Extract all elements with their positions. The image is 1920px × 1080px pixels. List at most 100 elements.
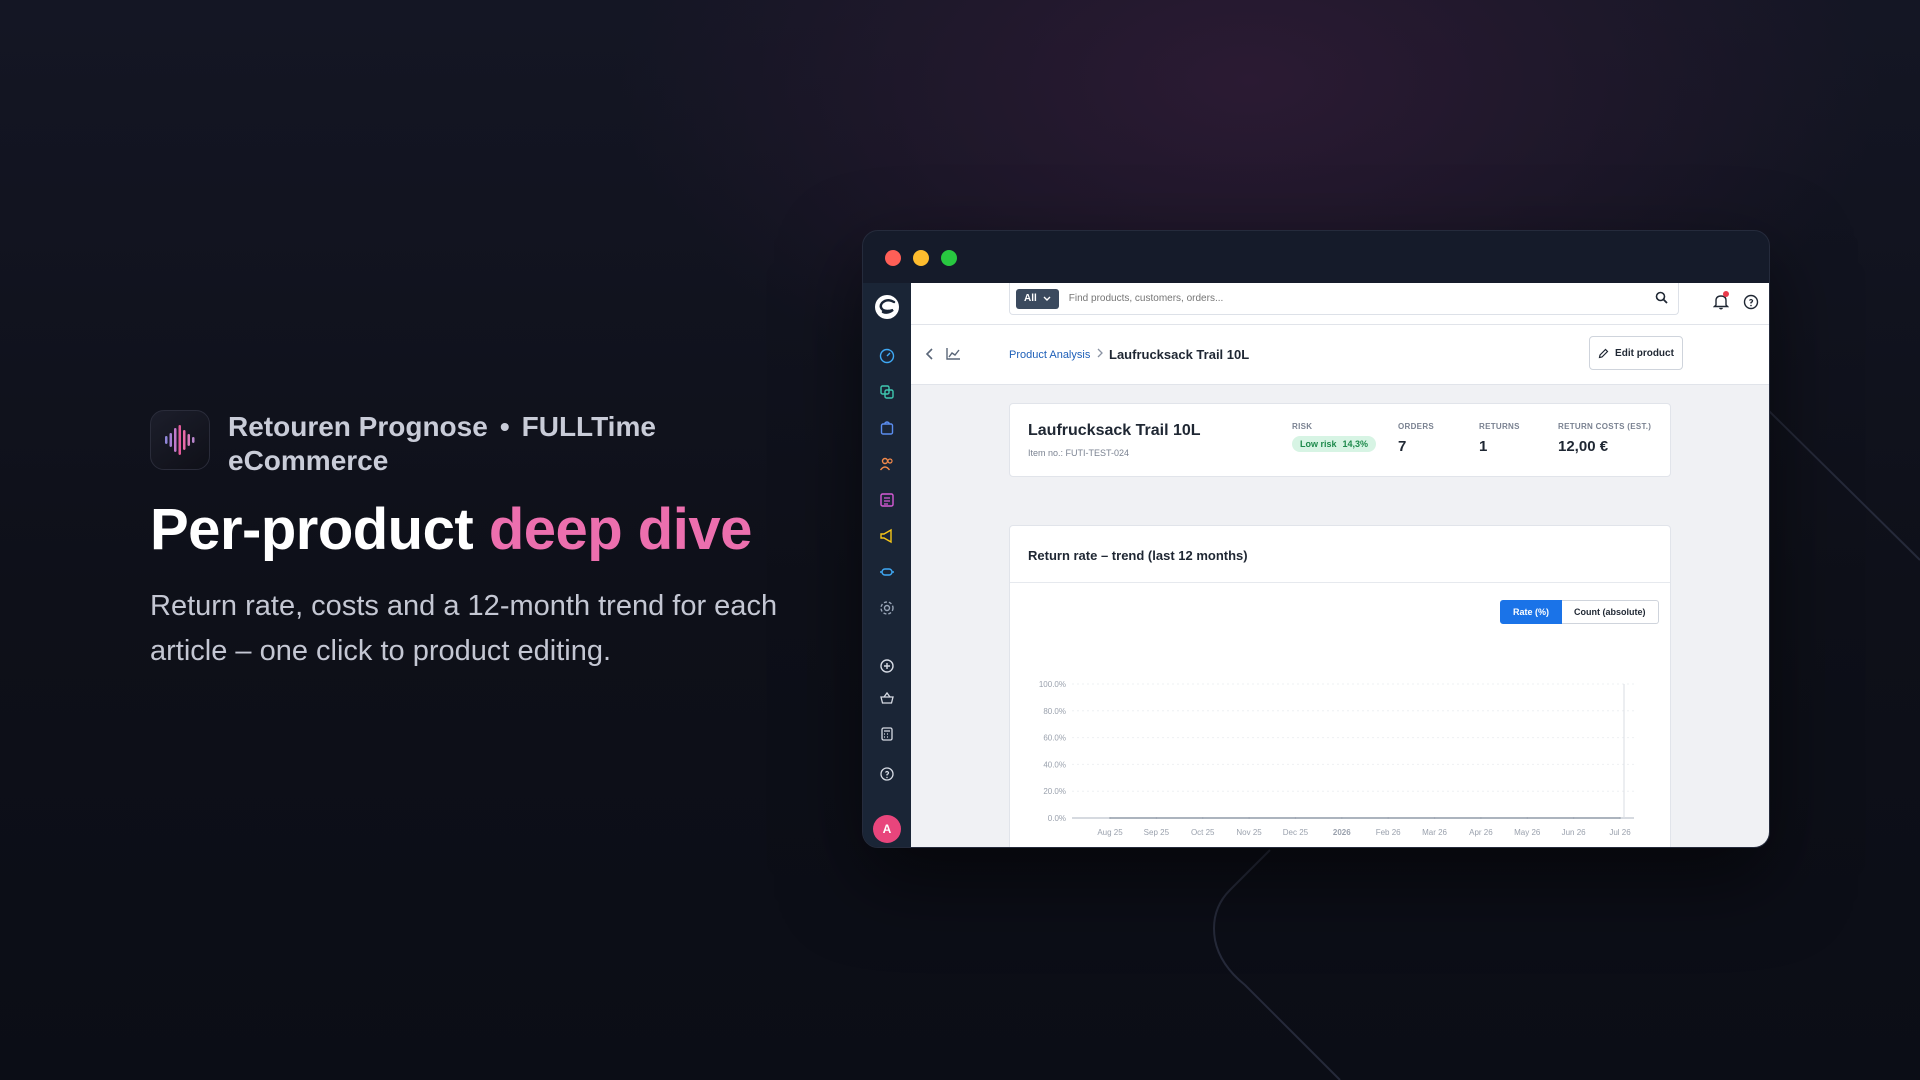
search-input[interactable] (1068, 293, 1629, 304)
return-costs-value: 12,00 € (1558, 438, 1609, 455)
data-point (1480, 817, 1482, 819)
shopware-logo-icon[interactable] (873, 293, 901, 321)
help-icon[interactable] (878, 765, 896, 783)
data-point (1433, 817, 1436, 819)
search-icon[interactable] (1655, 291, 1668, 304)
settings-icon[interactable] (878, 599, 896, 617)
brand-separator: • (499, 411, 510, 442)
y-tick-label: 40.0% (1043, 760, 1066, 769)
help-circle-icon[interactable] (1743, 294, 1759, 310)
subtitle: Return rate, costs and a 12-month trend … (150, 590, 778, 667)
x-tick-label: Sep 25 (1144, 828, 1170, 837)
trend-title: Return rate – trend (last 12 months) (1028, 548, 1248, 563)
waveform-icon (165, 425, 195, 455)
data-point (1294, 817, 1297, 819)
bag-icon[interactable] (878, 419, 896, 437)
edit-product-label: Edit product (1615, 347, 1674, 359)
headline-accent: deep dive (488, 497, 753, 562)
returns-label: RETURNS (1479, 422, 1520, 431)
data-point (1109, 817, 1111, 819)
y-tick-label: 80.0% (1043, 707, 1066, 716)
copy-icon[interactable] (878, 383, 896, 401)
calculator-icon[interactable] (878, 725, 896, 743)
y-tick-label: 60.0% (1043, 734, 1066, 743)
window-titlebar (863, 231, 1769, 283)
data-point (1201, 817, 1204, 819)
trend-card: Return rate – trend (last 12 months) Rat… (1009, 525, 1671, 847)
x-tick-label: Oct 25 (1191, 828, 1215, 837)
breadcrumb-current: Laufrucksack Trail 10L (1109, 347, 1250, 362)
notification-dot (1723, 291, 1729, 297)
close-window-button[interactable] (885, 250, 901, 266)
y-tick-label: 0.0% (1048, 814, 1066, 823)
x-tick-label: Apr 26 (1469, 828, 1493, 837)
sidebar: A (863, 283, 911, 847)
x-tick-label: Mar 26 (1422, 828, 1447, 837)
user-avatar[interactable]: A (873, 815, 901, 843)
trend-divider (1010, 582, 1670, 583)
breadcrumb-bar: Product Analysis Laufrucksack Trail 10L … (911, 325, 1769, 385)
basket-icon[interactable] (878, 689, 896, 707)
brand-block: Retouren Prognose • FULLTime eCommerce (150, 410, 668, 478)
x-tick-label: Feb 26 (1376, 828, 1401, 837)
x-tick-label: 2026 (1333, 828, 1351, 837)
return-costs-label: RETURN COSTS (EST.) (1558, 422, 1652, 431)
edit-product-button[interactable]: Edit product (1589, 336, 1683, 370)
app-name: Retouren Prognose (228, 411, 488, 442)
data-point (1526, 817, 1529, 819)
risk-label: RISK (1292, 422, 1313, 431)
data-point (1619, 817, 1621, 819)
top-bar: All (911, 283, 1769, 325)
orders-label: ORDERS (1398, 422, 1435, 431)
x-tick-label: Nov 25 (1236, 828, 1262, 837)
headline-plain: Per-product (150, 497, 489, 562)
risk-badge-label: Low risk (1300, 439, 1337, 449)
x-tick-label: May 26 (1514, 828, 1541, 837)
users-icon[interactable] (878, 455, 896, 473)
x-tick-label: Jul 26 (1609, 828, 1631, 837)
product-summary-card: Laufrucksack Trail 10L Item no.: FUTI-TE… (1009, 403, 1671, 477)
search-filter-dropdown[interactable]: All (1016, 288, 1059, 309)
chevron-down-icon (1043, 296, 1051, 301)
dashboard-icon[interactable] (878, 347, 896, 365)
breadcrumb-parent-link[interactable]: Product Analysis (1009, 349, 1090, 361)
trend-mode-toggle: Rate (%) Count (absolute) (1500, 600, 1659, 624)
app-logo (150, 410, 210, 470)
y-tick-label: 100.0% (1039, 680, 1066, 689)
app-body: A All Product Analysis (863, 283, 1769, 847)
data-point (1248, 817, 1250, 819)
data-point (1572, 817, 1575, 819)
list-icon[interactable] (878, 491, 896, 509)
trend-chart: 0.0% 20.0% 40.0% 60.0% 80.0% 100.0% Aug 25 Sep … (1039, 680, 1634, 837)
risk-badge-value: 14,3% (1342, 439, 1369, 449)
headline: Per-product deep dive (150, 496, 752, 563)
brand-title: Retouren Prognose • FULLTime eCommerce (228, 410, 668, 478)
returns-value: 1 (1479, 438, 1488, 455)
product-item-number: Item no.: FUTI-TEST-024 (1028, 448, 1130, 458)
maximize-window-button[interactable] (941, 250, 957, 266)
rate-toggle-button[interactable]: Rate (%) (1500, 600, 1563, 624)
main-content: All Product Analysis Laufrucksack Trail … (911, 283, 1769, 847)
search-bar: All (1009, 283, 1679, 315)
app-window: A All Product Analysis (862, 230, 1770, 848)
x-tick-label: Dec 25 (1283, 828, 1309, 837)
count-toggle-button[interactable]: Count (absolute) (1562, 600, 1659, 624)
megaphone-icon[interactable] (878, 527, 896, 545)
line-chart-icon[interactable] (945, 347, 961, 361)
risk-badge: Low risk 14,3% (1292, 436, 1377, 452)
minimize-window-button[interactable] (913, 250, 929, 266)
plugin-icon[interactable] (878, 563, 896, 581)
search-filter-label: All (1024, 293, 1037, 304)
y-tick-label: 20.0% (1043, 787, 1066, 796)
product-name: Laufrucksack Trail 10L (1028, 422, 1201, 439)
orders-value: 7 (1398, 438, 1407, 455)
plus-circle-icon[interactable] (878, 657, 896, 675)
back-arrow-icon[interactable] (925, 347, 935, 361)
pencil-icon (1598, 348, 1609, 358)
x-tick-label: Aug 25 (1097, 828, 1123, 837)
data-point (1155, 817, 1158, 819)
x-tick-label: Jun 26 (1562, 828, 1587, 837)
data-point (1340, 817, 1343, 819)
data-point (1387, 817, 1390, 819)
chevron-right-icon (1097, 348, 1103, 358)
